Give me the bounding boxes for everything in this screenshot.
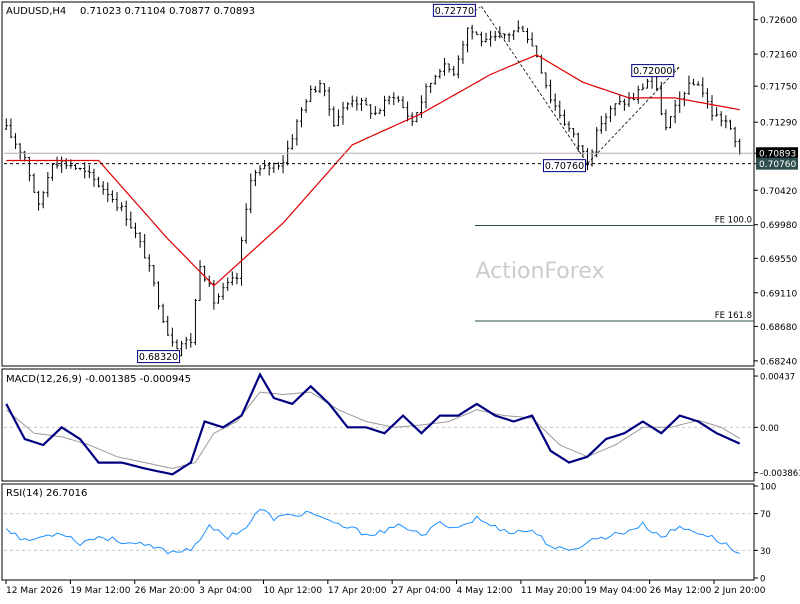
price-axis-label: 0.71750 bbox=[760, 83, 797, 93]
rsi-axis-label: 100 bbox=[760, 483, 776, 493]
time-axis-label: 19 Mar 12:00 bbox=[70, 586, 130, 596]
rsi-axis-label: 70 bbox=[760, 510, 771, 520]
symbol-label: AUDUSD,H4 bbox=[6, 6, 66, 17]
rsi-title: RSI(14) 26.7016 bbox=[6, 488, 87, 499]
ohlc-label: 0.71023 0.71104 0.70877 0.70893 bbox=[80, 6, 255, 17]
price-axis-label: 0.72160 bbox=[760, 51, 797, 61]
price-axis-label: 0.69110 bbox=[760, 289, 797, 299]
rsi-axis-label: 0 bbox=[760, 575, 765, 585]
time-axis-label: 2 Jun 20:00 bbox=[714, 586, 766, 596]
price-axis-label: 0.68240 bbox=[760, 357, 797, 367]
time-axis-label: 3 Apr 04:00 bbox=[199, 586, 252, 596]
price-axis-label: 0.70420 bbox=[760, 187, 797, 197]
time-axis-label: 26 Mar 20:00 bbox=[135, 586, 195, 596]
rsi-axis-label: 30 bbox=[760, 547, 771, 557]
time-axis-label: 10 Apr 12:00 bbox=[263, 586, 322, 596]
time-axis-label: 26 May 12:00 bbox=[650, 586, 712, 596]
price-axis-label: 0.71290 bbox=[760, 119, 797, 129]
swing-label: 0.68320 bbox=[139, 352, 178, 363]
macd-title: MACD(12,26,9) -0.001385 -0.000945 bbox=[6, 374, 191, 385]
price-axis-label: 0.70760 bbox=[759, 160, 796, 170]
time-axis-label: 19 May 04:00 bbox=[585, 586, 647, 596]
price-axis-label: 0.68680 bbox=[760, 323, 797, 333]
chart-root: ActionForex AUDUSD,H4 0.71023 0.71104 0.… bbox=[0, 0, 800, 600]
watermark: ActionForex bbox=[476, 259, 605, 284]
swing-label: 0.72000 bbox=[633, 66, 672, 77]
time-axis-label: 17 Apr 20:00 bbox=[328, 586, 387, 596]
chart-canvas: ActionForex AUDUSD,H4 0.71023 0.71104 0.… bbox=[0, 0, 800, 600]
swing-label: 0.70760 bbox=[545, 161, 584, 172]
time-axis-label: 11 May 20:00 bbox=[521, 586, 583, 596]
swing-label: 0.72770 bbox=[435, 6, 474, 17]
macd-axis-label: 0.00437 bbox=[760, 373, 795, 383]
time-axis-label: 12 Mar 2026 bbox=[6, 586, 63, 596]
price-axis-label: 0.69980 bbox=[760, 221, 797, 231]
price-axis-label: 0.72600 bbox=[760, 16, 797, 26]
fib-extension-label: FE 100.0 bbox=[715, 215, 752, 225]
price-axis-label: 0.69550 bbox=[760, 255, 797, 265]
time-axis-label: 27 Apr 04:00 bbox=[392, 586, 451, 596]
time-axis-label: 4 May 12:00 bbox=[457, 586, 513, 596]
fib-extension-label: FE 161.8 bbox=[715, 311, 752, 321]
macd-axis-label: -0.003861 bbox=[760, 469, 800, 479]
macd-axis-label: 0.00 bbox=[760, 424, 779, 434]
